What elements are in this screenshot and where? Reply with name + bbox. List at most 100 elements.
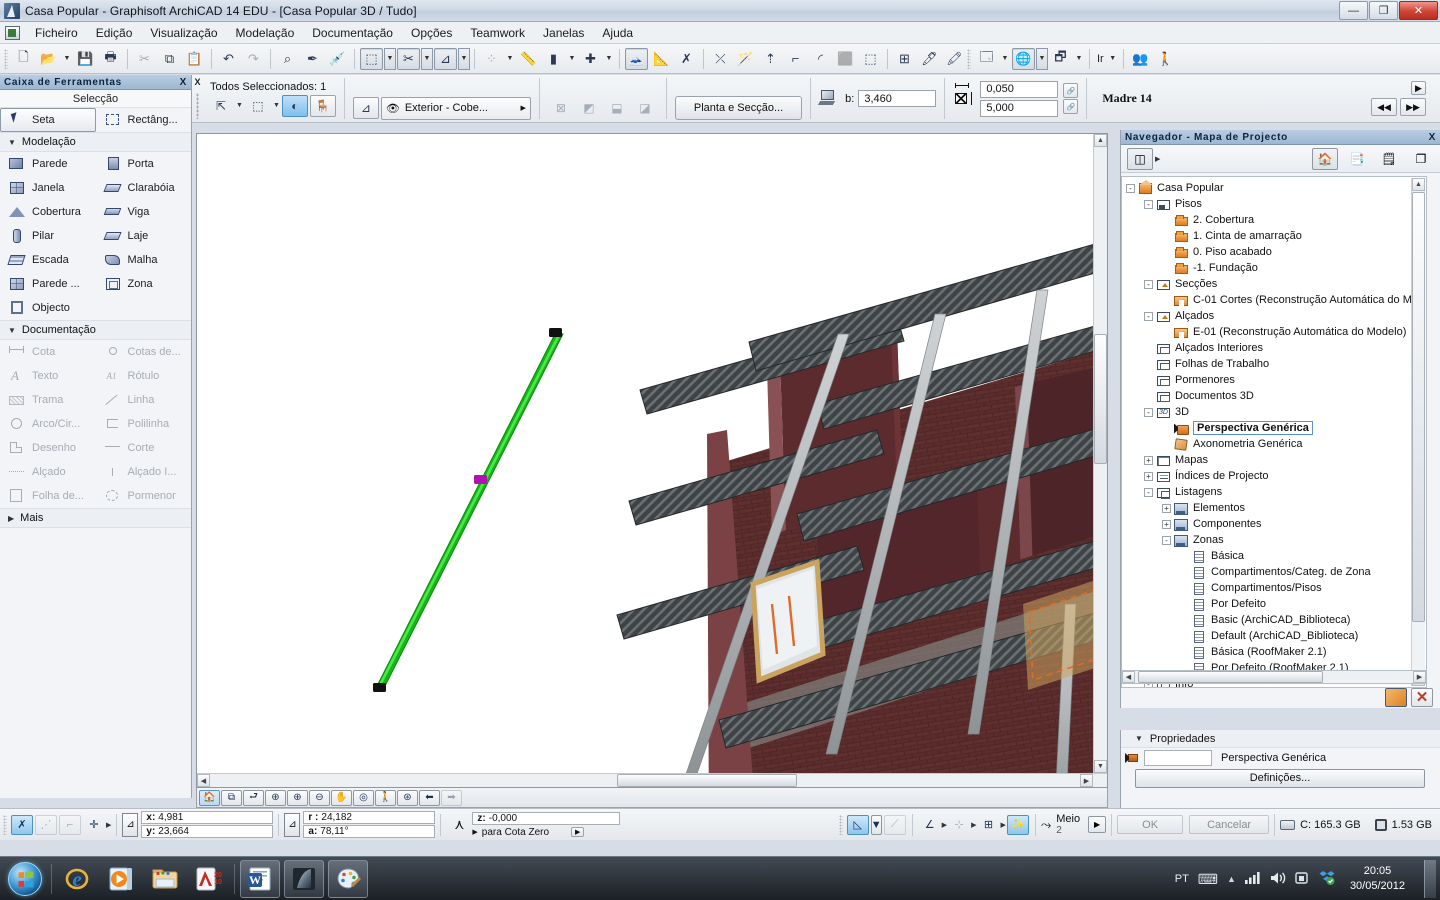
- trim-dropdown-icon[interactable]: ▼: [421, 47, 433, 70]
- menu-ajuda[interactable]: Ajuda: [593, 23, 642, 43]
- tree-item[interactable]: Compartimentos/Categ. de Zona: [1122, 564, 1426, 580]
- view-map-icon[interactable]: 📑: [1344, 148, 1370, 170]
- tool-parede-cortina[interactable]: Parede ...: [0, 272, 96, 296]
- statusbar-grip-2[interactable]: [838, 814, 843, 835]
- edit-mode-icon[interactable]: ⇱: [208, 95, 234, 117]
- open-dropdown-icon[interactable]: ▼: [61, 48, 73, 70]
- tool-claraboia[interactable]: Clarabóia: [96, 176, 192, 200]
- ruler-icon[interactable]: 📏: [517, 48, 540, 70]
- tree-item[interactable]: 1. Cinta de amarração: [1122, 228, 1426, 244]
- tool-rectangulo[interactable]: Rectâng...: [96, 108, 192, 132]
- layer-settings-icon[interactable]: ⊿: [352, 97, 379, 119]
- cut-icon[interactable]: ✂: [133, 48, 156, 70]
- tree-item[interactable]: C-01 Cortes (Reconstrução Automática do …: [1122, 292, 1426, 308]
- tree-item[interactable]: Perspectiva Genérica: [1122, 420, 1426, 436]
- magic-select-icon[interactable]: ✨: [1006, 814, 1029, 835]
- split-icon[interactable]: ⤫: [709, 48, 732, 70]
- tool-viga[interactable]: Viga: [96, 200, 192, 224]
- menu-visualizacao[interactable]: Visualização: [141, 23, 226, 43]
- tree-item[interactable]: Básica: [1122, 548, 1426, 564]
- tree-item[interactable]: - Casa Popular: [1122, 179, 1426, 196]
- menu-edicao[interactable]: Edição: [87, 23, 142, 43]
- statusbar-grip[interactable]: [3, 814, 7, 835]
- select-all-dropdown-icon[interactable]: ▼: [384, 47, 396, 70]
- tree-item[interactable]: Basic (ArchiCAD_Biblioteca): [1122, 612, 1426, 628]
- width-input[interactable]: 0,050: [980, 80, 1059, 98]
- tree-item[interactable]: Compartimentos/Pisos: [1122, 580, 1426, 596]
- globe-view-dropdown-icon[interactable]: ▼: [1036, 47, 1048, 70]
- tool-zona[interactable]: Zona: [96, 272, 192, 296]
- settings-button[interactable]: Definições...: [1135, 768, 1425, 788]
- pen-dropdown-icon[interactable]: ▼: [603, 48, 615, 70]
- tree-item[interactable]: + Elementos: [1122, 500, 1426, 516]
- tool-folha-de-trabalho[interactable]: Folha de...: [0, 484, 96, 508]
- collapse-icon[interactable]: -: [1144, 311, 1153, 321]
- tool-corte[interactable]: Corte: [96, 436, 192, 460]
- tool-cotas-de-nivel[interactable]: Cotas de...: [96, 340, 192, 364]
- add-point-arrow-icon[interactable]: ▶: [106, 821, 111, 829]
- menu-janelas[interactable]: Janelas: [534, 23, 593, 43]
- close-button[interactable]: ✕: [1399, 1, 1438, 20]
- elevate-icon[interactable]: ⇡: [759, 48, 782, 70]
- trim-icon[interactable]: ✂: [397, 47, 420, 70]
- tree-item[interactable]: E-01 (Reconstrução Automática do Modelo): [1122, 324, 1426, 340]
- paste-icon[interactable]: 📋: [183, 48, 206, 70]
- zoom-fit-icon[interactable]: ⊕: [265, 789, 286, 806]
- action-center-icon[interactable]: [1295, 871, 1310, 888]
- previous-zoom-icon[interactable]: ⮐: [243, 789, 264, 806]
- scroll-thumb-horizontal[interactable]: [617, 774, 797, 787]
- network-icon[interactable]: [1244, 871, 1261, 887]
- zoom-window-icon[interactable]: ⧉: [221, 789, 242, 806]
- tool-cota[interactable]: Cota: [0, 340, 96, 364]
- view-id-field[interactable]: [1144, 750, 1212, 766]
- unlock-icon[interactable]: 🖍: [943, 48, 966, 70]
- navigator-mode-icon[interactable]: ◫: [1127, 147, 1153, 170]
- redo-icon[interactable]: ↷: [242, 48, 265, 70]
- expand-icon[interactable]: +: [1144, 455, 1153, 465]
- window-layout-icon[interactable]: 🗔: [975, 48, 998, 70]
- start-button[interactable]: [2, 860, 48, 898]
- window-layout-dropdown-icon[interactable]: ▼: [999, 48, 1011, 70]
- y-coordinate-input[interactable]: y: 23,664: [141, 825, 274, 838]
- delete-view-icon[interactable]: ✕: [1411, 687, 1433, 707]
- tool-arco-circulo[interactable]: Arco/Cir...: [0, 412, 96, 436]
- tree-item[interactable]: Axonometria Genérica: [1122, 436, 1426, 452]
- print-icon[interactable]: 🖶: [99, 48, 122, 70]
- object-tool-icon[interactable]: 🪑: [309, 94, 336, 117]
- tool-janela[interactable]: Janela: [0, 176, 96, 200]
- tool-cobertura[interactable]: Cobertura: [0, 200, 96, 224]
- scroll-up-icon[interactable]: ▲: [1094, 134, 1107, 147]
- internet-explorer-icon[interactable]: e: [57, 860, 97, 898]
- tree-hscrollbar[interactable]: ◀ ▶: [1121, 670, 1427, 684]
- marquee-icon[interactable]: ⬚: [859, 48, 882, 70]
- layer-combo[interactable]: 👁 Exterior - Cobe... ▶: [380, 96, 531, 120]
- tree-item[interactable]: - Listagens: [1122, 484, 1426, 500]
- eyedropper-icon[interactable]: ✒: [301, 48, 324, 70]
- tree-item[interactable]: 2. Cobertura: [1122, 212, 1426, 228]
- open-icon[interactable]: 📂: [37, 48, 60, 70]
- scissors-icon[interactable]: ✗: [675, 48, 698, 70]
- tool-pormenor[interactable]: Pormenor: [96, 484, 192, 508]
- copy-icon[interactable]: ⧉: [158, 48, 181, 70]
- fill-icon[interactable]: ▮: [542, 48, 565, 70]
- taskbar-clock[interactable]: 20:05 30/05/2012: [1344, 864, 1411, 894]
- menu-teamwork[interactable]: Teamwork: [461, 23, 534, 43]
- infobox-close-icon[interactable]: X: [194, 77, 200, 87]
- viewport-scrollbar-vertical[interactable]: ▲ ▼: [1093, 134, 1107, 787]
- magic-wand-icon[interactable]: 🪄: [734, 48, 757, 70]
- tool-pilar[interactable]: Pilar: [0, 224, 96, 248]
- measure-icon[interactable]: ⊿: [434, 47, 457, 70]
- view-button[interactable]: Planta e Secção...: [674, 95, 803, 120]
- pan-icon[interactable]: ✋: [331, 789, 352, 806]
- file-explorer-icon[interactable]: [145, 860, 185, 898]
- fill-dropdown-icon[interactable]: ▼: [566, 48, 578, 70]
- toolbox-section-documentacao[interactable]: ▼ Documentação: [0, 320, 191, 340]
- tool-porta[interactable]: Porta: [96, 152, 192, 176]
- offset-icon[interactable]: ⌐: [784, 48, 807, 70]
- toolbox-section-mais[interactable]: ▶ Mais: [0, 508, 191, 528]
- grid-snap-dropdown-icon[interactable]: ▼: [504, 48, 516, 70]
- polar-origin-icon[interactable]: ⊿: [284, 812, 301, 837]
- r-coordinate-input[interactable]: r : 24,182: [303, 811, 436, 824]
- tool-desenho[interactable]: Desenho: [0, 436, 96, 460]
- expand-icon[interactable]: +: [1162, 519, 1171, 529]
